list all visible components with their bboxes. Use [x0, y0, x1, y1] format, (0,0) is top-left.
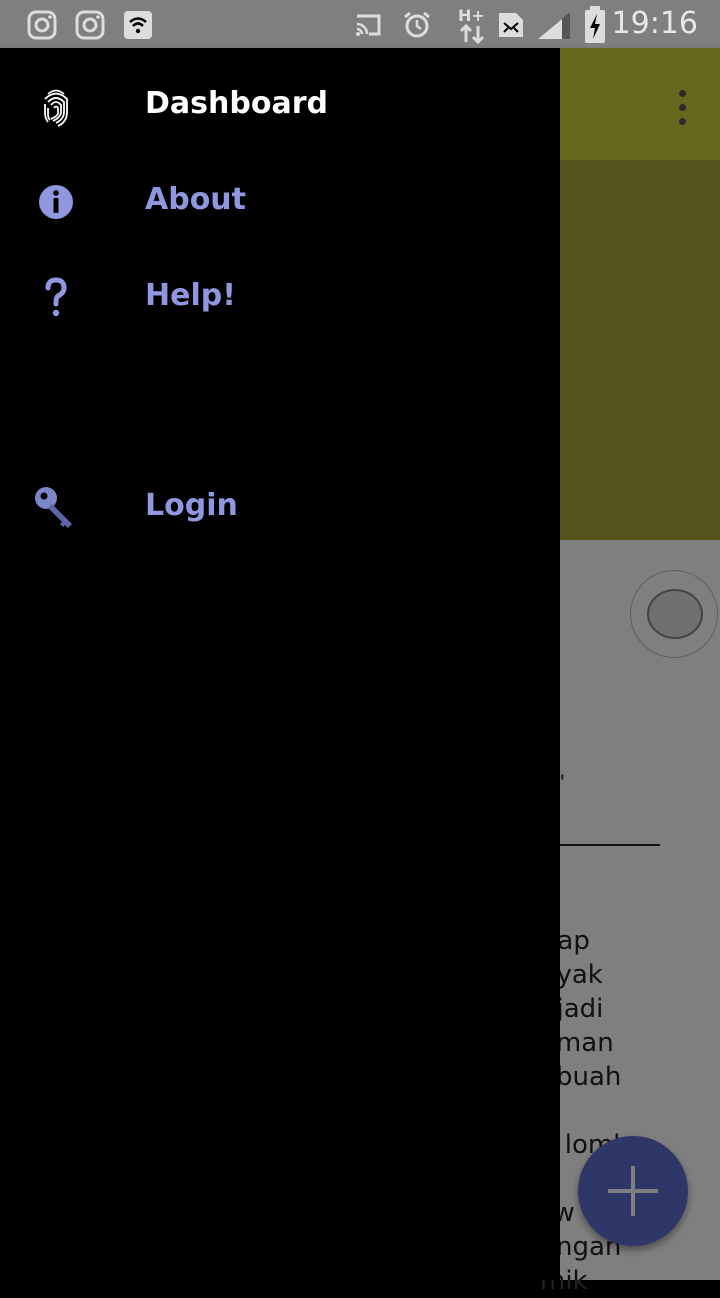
instagram-icon: [75, 10, 105, 40]
nav-label-dashboard: Dashboard: [145, 86, 328, 121]
question-mark-icon: [45, 277, 67, 317]
nav-item-help[interactable]: Help!: [0, 250, 560, 346]
instagram-icon: [27, 10, 57, 40]
nav-label-login: Login: [145, 488, 238, 523]
nav-item-about[interactable]: About: [0, 154, 560, 250]
nav-label-about: About: [145, 182, 247, 217]
fingerprint-icon: [44, 89, 68, 127]
sim-icon: [499, 13, 523, 37]
nav-label-help: Help!: [145, 278, 236, 313]
cast-icon: [356, 14, 381, 36]
clock: 19:16: [611, 6, 698, 41]
battery-charging-icon: [585, 6, 605, 43]
nav-item-dashboard[interactable]: Dashboard: [0, 58, 560, 154]
info-icon: [39, 185, 73, 219]
data-arrows-icon: [459, 24, 485, 44]
wifi-icon: [124, 11, 152, 39]
signal-icon: [538, 12, 570, 39]
network-type-label: H+: [458, 6, 485, 25]
key-icon: [35, 487, 72, 528]
nav-item-login[interactable]: Login: [0, 460, 560, 556]
alarm-icon: [404, 11, 430, 38]
status-bar: H+ 19:16: [0, 0, 720, 48]
navigation-drawer: Dashboard About Help! Login: [0, 48, 560, 1280]
